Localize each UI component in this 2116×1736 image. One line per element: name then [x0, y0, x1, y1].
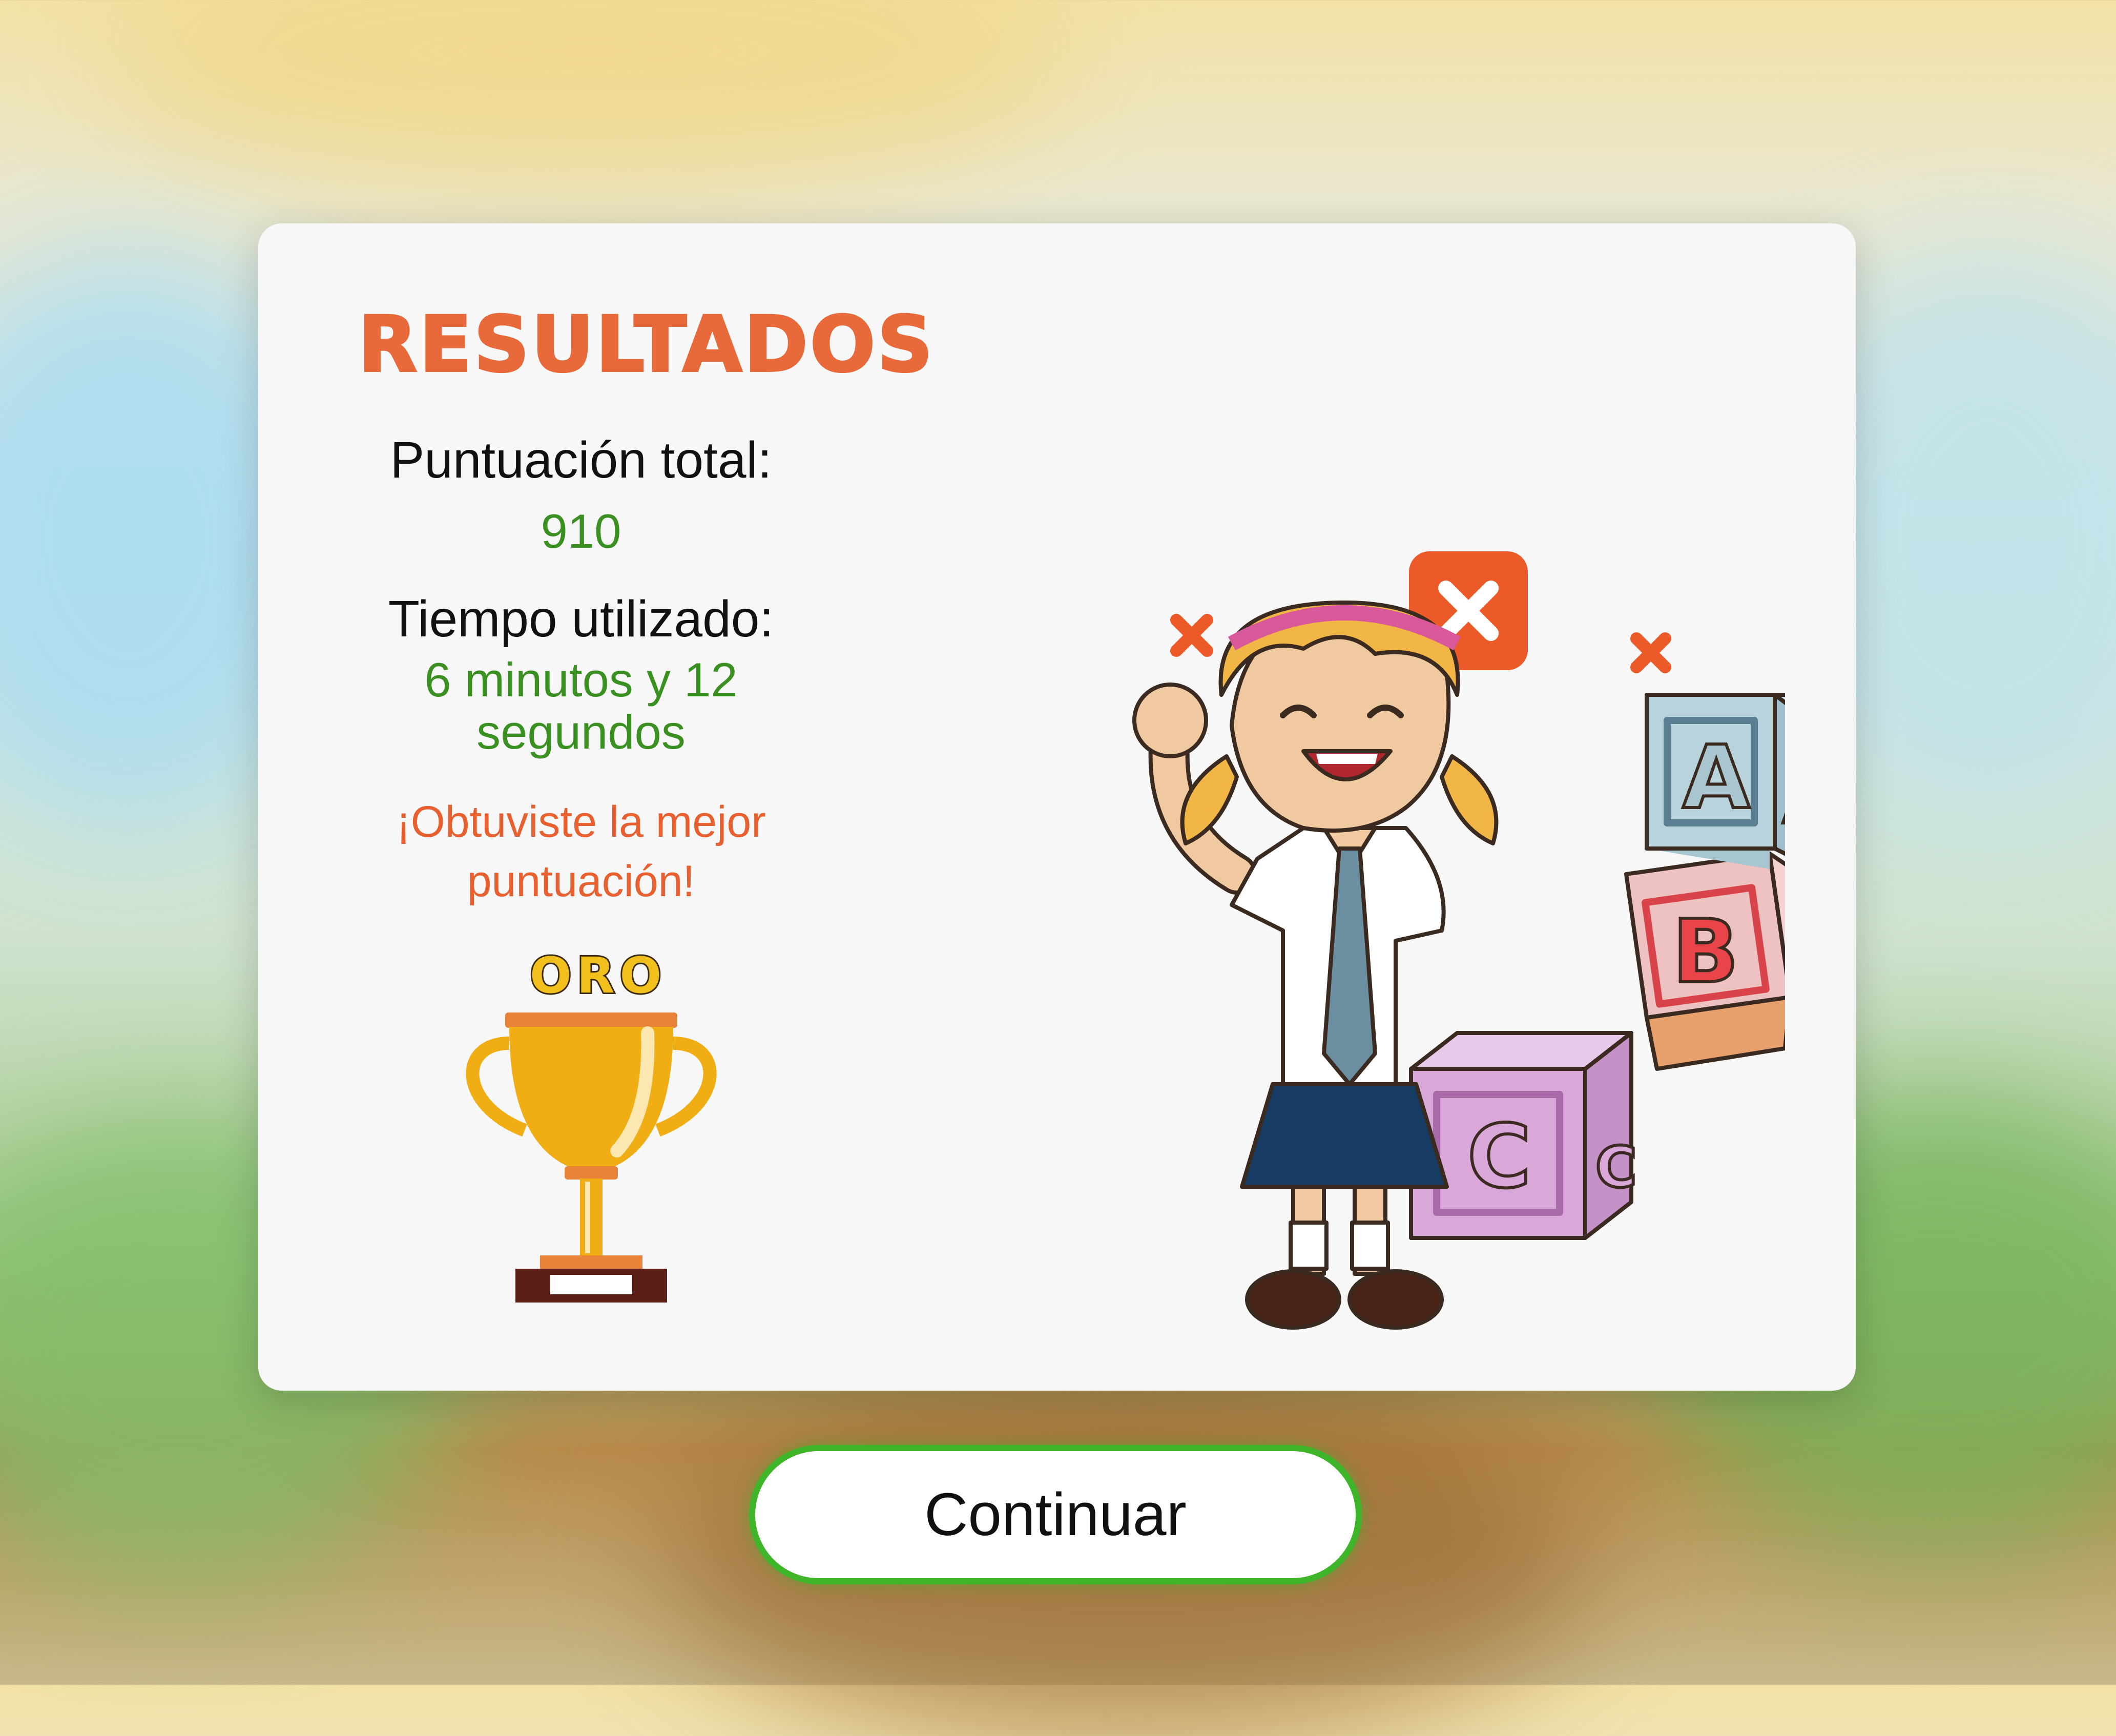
trophy-icon [466, 1012, 717, 1303]
score-value: 910 [541, 504, 621, 558]
continue-button[interactable]: Continuar [749, 1445, 1362, 1584]
decor-x-icon [1170, 614, 1213, 657]
background-blur [102, 0, 1076, 179]
results-title: RESULTADOS [357, 299, 935, 390]
student-illustration: A A B B C C [1132, 551, 1785, 1330]
time-label: Tiempo utilizado: [388, 590, 774, 648]
decor-x-icon [1630, 632, 1671, 673]
time-value-line2: segundos [476, 705, 686, 759]
results-panel: RESULTADOS Puntuación total: 910 Tiempo … [258, 223, 1856, 1391]
block-letter-b: B [1672, 901, 1739, 1003]
best-score-message-line2: puntuación! [467, 857, 695, 906]
block-letter-c: C [1467, 1106, 1531, 1208]
time-value-line1: 6 minutos y 12 [424, 653, 738, 707]
block-letter-c: C [1595, 1134, 1637, 1200]
score-label: Puntuación total: [390, 431, 772, 489]
block-letter-a: A [1782, 771, 1785, 836]
block-letter-a: A [1683, 727, 1750, 829]
medal-label: ORO [528, 945, 667, 1006]
best-score-message-line1: ¡Obtuviste la mejor [396, 797, 766, 846]
